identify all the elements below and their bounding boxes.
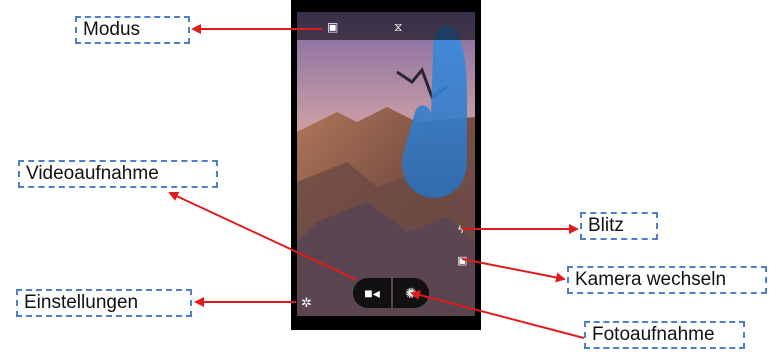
switch-camera-icon[interactable]: ▣ (457, 256, 467, 267)
label-modus: Modus (75, 16, 190, 44)
landscape-image (297, 12, 475, 316)
label-blitz: Blitz (580, 212, 658, 240)
photo-capture-button[interactable]: ✺ (393, 278, 429, 308)
video-camera-icon: ■◂ (364, 284, 380, 301)
label-fotoaufnahme: Fotoaufnahme (584, 321, 745, 349)
label-einstellungen: Einstellungen (16, 289, 192, 317)
label-videoaufnahme: Videoaufnahme (18, 160, 218, 188)
gear-icon[interactable]: ✲ (301, 296, 312, 309)
video-record-button[interactable]: ■◂ (353, 278, 391, 308)
mode-bar[interactable]: ▣ ⧖ (297, 12, 475, 40)
flash-icon[interactable]: ϟ (458, 225, 464, 236)
label-kamera-wechseln: Kamera wechseln (567, 266, 767, 294)
camera-mode-icon[interactable]: ▣ (327, 21, 338, 33)
shutter-icon: ✺ (405, 284, 417, 301)
panorama-mode-icon[interactable]: ⧖ (394, 21, 402, 33)
camera-viewfinder: ▣ ⧖ ϟ ▣ ✲ ■◂ ✺ (297, 12, 475, 316)
phone-screenshot: ▣ ⧖ ϟ ▣ ✲ ■◂ ✺ (291, 0, 481, 330)
